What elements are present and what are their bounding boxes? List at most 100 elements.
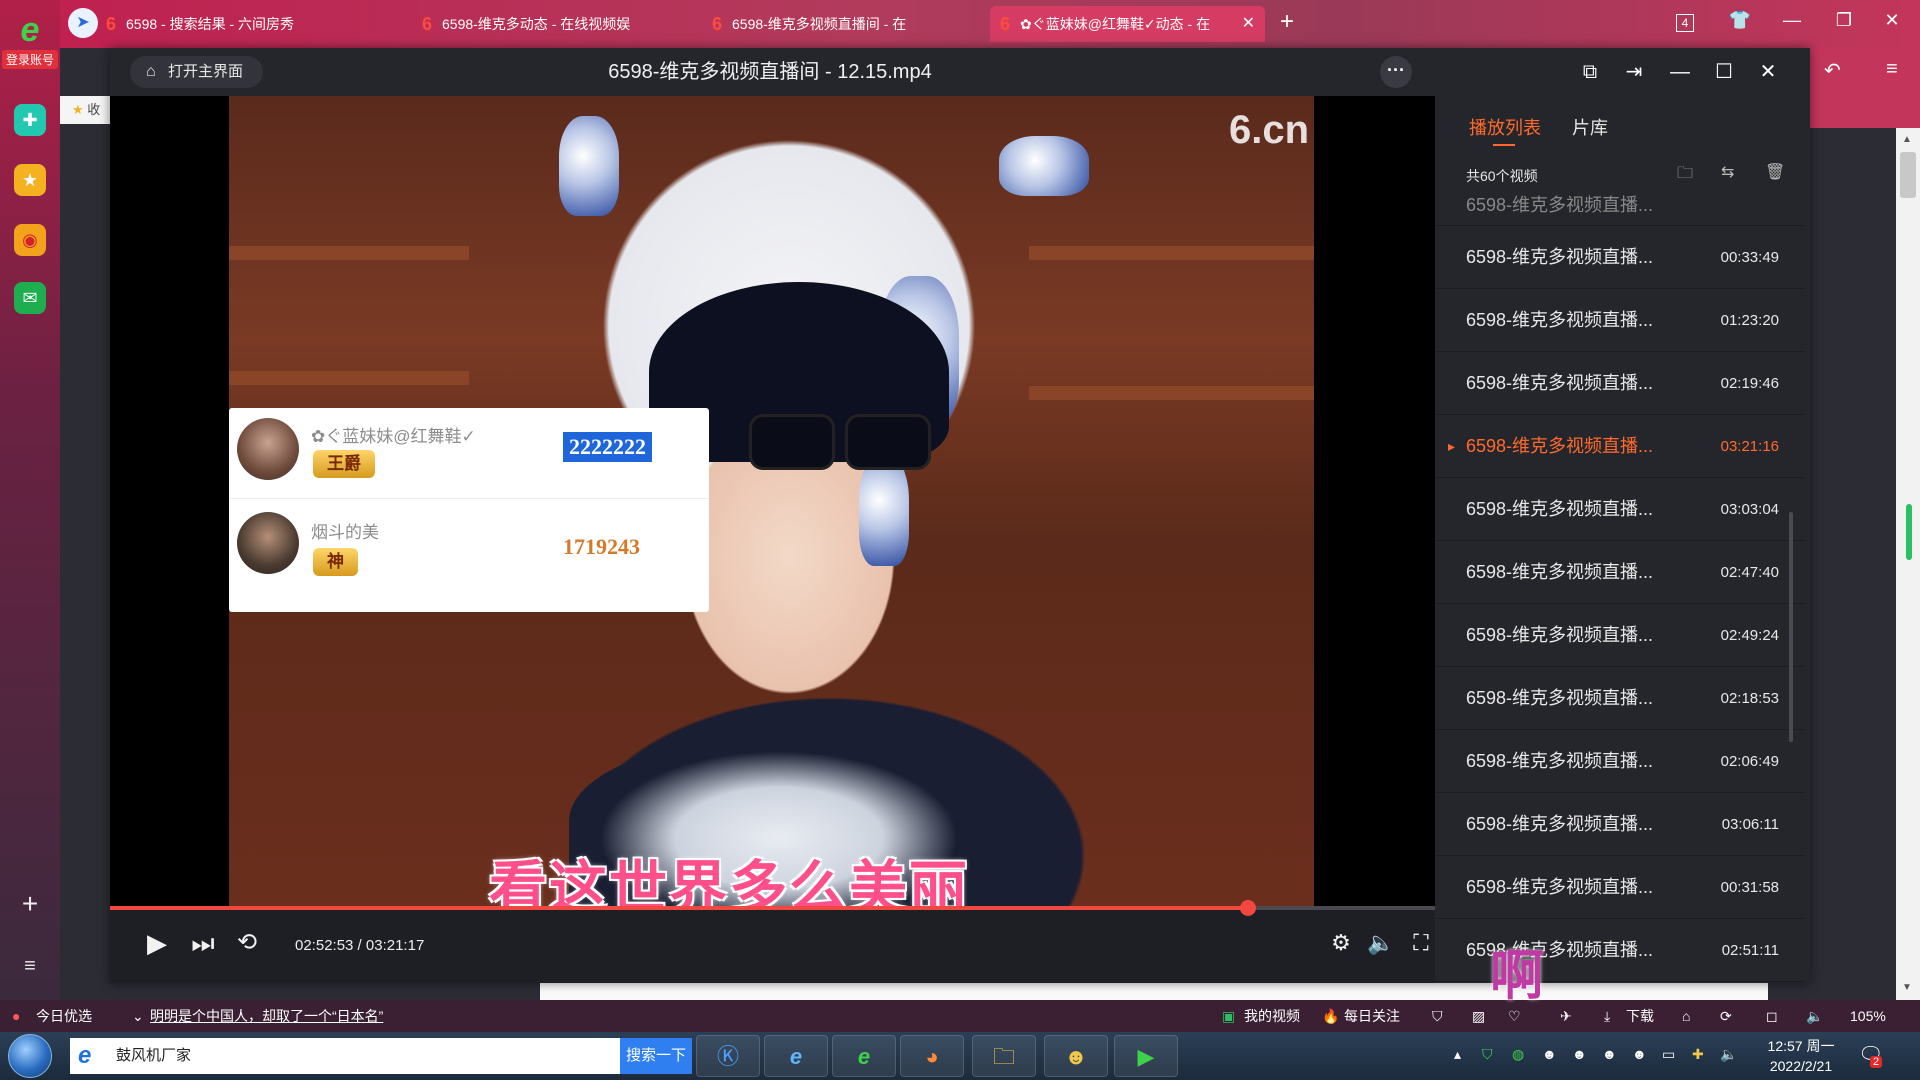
taskbar-search-input[interactable]: e 鼓风机厂家 — [70, 1038, 620, 1074]
qq-tray-icon[interactable]: ☻ — [1632, 1046, 1647, 1062]
pin-icon[interactable]: ⇥ — [1618, 56, 1650, 88]
tab-lanmeimei-dynamics[interactable]: 6 ✿ぐ蓝妹妹@红舞鞋✓动态 - 在 ✕ — [990, 6, 1265, 42]
list-item[interactable]: 6598-维克多视频直播... 02:06:49 — [1435, 730, 1805, 793]
news-headline-link[interactable]: 明明是个中国人，却取了一个“日本名” — [150, 1000, 383, 1032]
avatar — [237, 512, 299, 574]
undo-icon[interactable]: ↶ — [1824, 58, 1841, 83]
window-icon[interactable]: ◻ — [1766, 1000, 1778, 1032]
mail-icon[interactable]: ✉ — [14, 282, 46, 314]
list-item[interactable]: 6598-维克多视频直播... 02:47:40 — [1435, 541, 1805, 604]
clock[interactable]: 12:57 周一 2022/2/21 — [1758, 1036, 1844, 1076]
menu-icon[interactable]: ≡ — [16, 955, 44, 978]
player-minimize-button[interactable]: — — [1664, 56, 1696, 88]
list-item[interactable]: 6598-维克多视频直播... 01:23:20 — [1435, 289, 1805, 352]
qq-tray-icon[interactable]: ☻ — [1542, 1046, 1557, 1062]
list-item[interactable]: 6598-维克多视频直播... 02:18:53 — [1435, 667, 1805, 730]
loop-icon[interactable]: ⟲ — [230, 928, 264, 957]
speed-icon[interactable]: ✈ — [1560, 1000, 1572, 1032]
file-explorer-icon[interactable]: 🗀 — [972, 1035, 1036, 1077]
sync-icon[interactable]: ⟳ — [1720, 1000, 1732, 1032]
new-tab-button[interactable]: + — [1280, 8, 1294, 36]
bookmark-bar[interactable]: ★ 收 — [60, 96, 110, 124]
progress-knob[interactable] — [1240, 900, 1257, 916]
game-icon[interactable]: ⌂ — [1682, 1000, 1690, 1032]
shield-icon[interactable]: ⛉ — [1432, 1000, 1443, 1032]
fullscreen-icon[interactable]: ⛶ — [1404, 930, 1438, 956]
tab-search-results[interactable]: 6 6598 - 搜索结果 - 六间房秀 — [96, 6, 326, 42]
browser-tray-icon[interactable]: ◍ — [1512, 1046, 1524, 1063]
settings-icon[interactable]: ⚙ — [1324, 930, 1358, 956]
add-app-icon[interactable]: + — [16, 888, 44, 920]
list-item[interactable]: 6598-维克多视频直播... 03:03:04 — [1435, 478, 1805, 541]
list-item[interactable]: 6598-维克多视频直播... 00:31:58 — [1435, 856, 1805, 919]
k-player-icon[interactable]: Ⓚ — [696, 1035, 760, 1077]
video-player-window: ⌂ 打开主界面 6598-维克多视频直播间 - 12.15.mp4 ··· ⧉ … — [110, 48, 1810, 983]
monitor-tray-icon[interactable]: ▭ — [1662, 1046, 1675, 1063]
player-title: 6598-维克多视频直播间 - 12.15.mp4 — [608, 61, 932, 83]
security-tray-icon[interactable]: ⛉ — [1482, 1046, 1493, 1063]
start-button[interactable] — [8, 1034, 52, 1078]
my-video-link[interactable]: 我的视频 — [1244, 1000, 1300, 1032]
daily-follow-link[interactable]: 每日关注 — [1344, 1000, 1400, 1032]
account-label: 登录账号 — [2, 50, 58, 69]
playlist-mode-icon[interactable]: ⇆ — [1721, 162, 1734, 182]
open-folder-icon[interactable]: 🗀 — [1677, 162, 1693, 189]
browser-menu-icon[interactable]: ≡ — [1886, 58, 1898, 81]
zoom-level[interactable]: 105% — [1850, 1000, 1886, 1032]
ie-browser-icon[interactable]: e — [764, 1035, 828, 1077]
update-tray-icon[interactable]: ✚ — [1692, 1046, 1704, 1063]
scroll-down-icon[interactable]: ▼ — [1902, 982, 1912, 993]
qq-tray-icon[interactable]: ☻ — [1572, 1046, 1587, 1062]
search-button[interactable]: 搜索一下 — [620, 1038, 692, 1074]
tab-playlist[interactable]: 播放列表 — [1469, 114, 1541, 146]
list-item[interactable]: 6598-维克多视频直播... 03:21:16 — [1435, 415, 1805, 478]
skin-icon[interactable]: 👕 — [1726, 10, 1754, 31]
more-options-button[interactable]: ··· — [1380, 56, 1412, 88]
next-button[interactable]: ⏭ — [186, 928, 220, 960]
tab-count-badge[interactable]: 4 — [1676, 14, 1694, 32]
navigate-icon[interactable]: ➤ — [68, 8, 98, 38]
progress-bar[interactable] — [110, 900, 1435, 916]
chrome-icon[interactable]: ◕ — [900, 1035, 964, 1077]
item-duration: 03:21:16 — [1720, 438, 1779, 455]
delete-icon[interactable]: 🗑 — [1765, 162, 1785, 182]
playlist-scrollbar[interactable] — [1789, 512, 1793, 742]
close-button[interactable]: ✕ — [1878, 10, 1906, 31]
tray-expand-icon[interactable]: ▴ — [1454, 1046, 1461, 1063]
list-item[interactable]: 6598-维克多视频直播... 00:33:49 — [1435, 226, 1805, 289]
notification-icon[interactable]: 🗨 2 — [1858, 1042, 1883, 1068]
list-item[interactable]: 6598-维克多视频直播... 03:06:11 — [1435, 793, 1805, 856]
list-item[interactable]: 6598-维克多视频直播... — [1435, 196, 1805, 226]
list-item[interactable]: 6598-维克多视频直播... 02:19:46 — [1435, 352, 1805, 415]
tab-victor-dynamics[interactable]: 6 6598-维克多动态 - 在线视频娱 — [412, 6, 662, 42]
scroll-thumb[interactable] — [1900, 152, 1916, 198]
minimize-button[interactable]: — — [1778, 10, 1806, 31]
close-tab-icon[interactable]: ✕ — [1242, 6, 1255, 42]
weibo-icon[interactable]: ◉ — [14, 224, 46, 256]
image-icon[interactable]: ▨ — [1472, 1000, 1485, 1032]
page-scrollbar[interactable]: ▲ ▼ — [1896, 128, 1920, 1000]
video-area[interactable]: 6.cn ✿ぐ蓝妹妹@红舞鞋✓ 王爵 2222222 烟斗的美 神 171924… — [110, 96, 1435, 956]
scroll-up-icon[interactable]: ▲ — [1902, 134, 1912, 145]
volume-icon[interactable]: 🔈 — [1364, 930, 1398, 956]
qq-app-icon[interactable]: ☻ — [1044, 1035, 1108, 1077]
tab-library[interactable]: 片库 — [1572, 114, 1608, 140]
account-logo[interactable]: e 登录账号 — [2, 10, 58, 74]
tab-victor-live-room[interactable]: 6 6598-维克多视频直播间 - 在 — [702, 6, 942, 42]
video-frame[interactable]: 6.cn ✿ぐ蓝妹妹@红舞鞋✓ 王爵 2222222 烟斗的美 神 171924… — [229, 96, 1314, 906]
download-link[interactable]: 下载 — [1626, 1000, 1654, 1032]
picture-in-picture-icon[interactable]: ⧉ — [1574, 56, 1606, 88]
list-item[interactable]: 6598-维克多视频直播... 02:49:24 — [1435, 604, 1805, 667]
player-close-button[interactable]: ✕ — [1752, 56, 1784, 88]
360-browser-icon[interactable]: e — [832, 1035, 896, 1077]
favorites-star-icon[interactable]: ★ — [14, 164, 46, 196]
today-pick-link[interactable]: 今日优选 — [36, 1000, 92, 1032]
video-player-app-icon[interactable]: ▶ — [1114, 1035, 1178, 1077]
volume-tray-icon[interactable]: 🔈 — [1720, 1046, 1737, 1063]
clover-app-icon[interactable]: ✚ — [14, 104, 46, 136]
sound-icon[interactable]: 🔈 — [1806, 1000, 1823, 1032]
maximize-button[interactable]: ❐ — [1830, 10, 1858, 31]
player-maximize-button[interactable]: ☐ — [1708, 56, 1740, 88]
play-button[interactable]: ▶ — [140, 928, 174, 959]
qq-tray-icon[interactable]: ☻ — [1602, 1046, 1617, 1062]
